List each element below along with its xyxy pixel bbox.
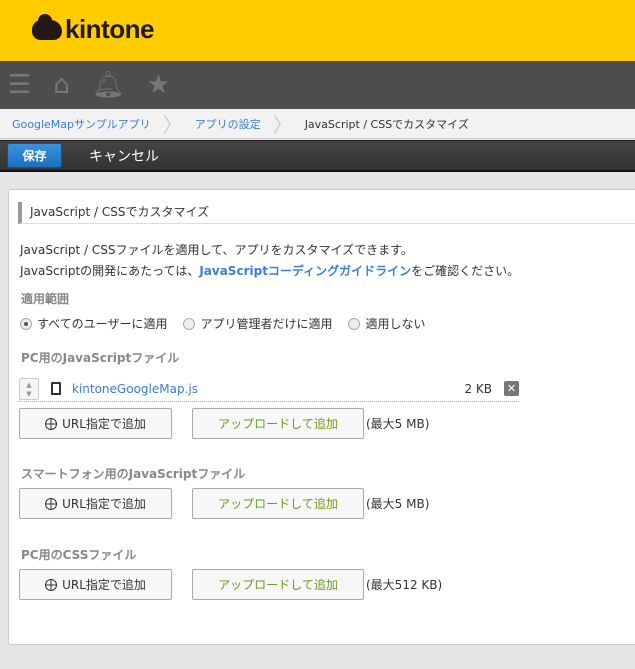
bell-icon[interactable]: 🔔︎	[92, 72, 125, 98]
button-label: URL指定で追加	[62, 497, 146, 511]
scope-radio-group: すべてのユーザーに適用 アプリ管理者だけに適用 適用しない	[20, 315, 425, 332]
scope-admins-only[interactable]: アプリ管理者だけに適用	[183, 315, 332, 332]
file-icon	[51, 382, 61, 395]
file-row: ▲ ▼ kintoneGoogleMap.js 2 KB ✕	[19, 376, 519, 402]
add-by-url-button[interactable]: URL指定で追加	[19, 408, 172, 439]
panel-title: JavaScript / CSSでカスタマイズ	[18, 202, 635, 224]
radio-label: 適用しない	[365, 317, 426, 331]
description-line: JavaScriptの開発にあたっては、JavaScriptコーディングガイドラ…	[20, 261, 519, 282]
upload-button[interactable]: アップロードして追加	[192, 569, 364, 600]
breadcrumb-separator: 〉	[272, 113, 293, 137]
scope-none[interactable]: 適用しない	[348, 315, 425, 332]
pc-js-heading: PC用のJavaScriptファイル	[21, 351, 180, 365]
pc-css-actions: URL指定で追加 アップロードして追加 (最大512 KB)	[19, 569, 442, 600]
cancel-button[interactable]: キャンセル	[89, 146, 159, 166]
breadcrumb-settings[interactable]: アプリの設定	[183, 116, 273, 132]
radio[interactable]	[183, 317, 196, 330]
max-size-note: (最大5 MB)	[366, 417, 430, 431]
upload-button[interactable]: アップロードして追加	[192, 488, 364, 519]
star-icon[interactable]: ★	[147, 72, 170, 98]
home-icon[interactable]: ⌂	[53, 72, 70, 98]
description: JavaScript / CSSファイルを適用して、アプリをカスタマイズできます…	[20, 240, 519, 282]
button-label: URL指定で追加	[62, 417, 146, 431]
radio[interactable]	[348, 317, 361, 330]
header: kintone	[0, 0, 635, 61]
scope-label: 適用範囲	[21, 292, 70, 306]
description-line: JavaScript / CSSファイルを適用して、アプリをカスタマイズできます…	[20, 243, 413, 257]
scope-all-users[interactable]: すべてのユーザーに適用	[20, 315, 167, 332]
toolbar: 保存 キャンセル	[0, 140, 635, 172]
pc-js-actions: URL指定で追加 アップロードして追加 (最大5 MB)	[19, 408, 429, 439]
nav-bar: ☰ ⌂ 🔔︎ ★	[0, 61, 635, 109]
globe-icon	[45, 497, 58, 510]
breadcrumb-current: JavaScript / CSSでカスタマイズ	[304, 117, 469, 131]
pc-css-heading: PC用のCSSファイル	[21, 548, 137, 562]
guideline-link[interactable]: JavaScriptコーディングガイドライン	[199, 264, 411, 278]
cloud-icon	[32, 13, 62, 40]
kintone-logo[interactable]: kintone	[32, 13, 154, 45]
save-button[interactable]: 保存	[7, 143, 62, 168]
mobile-js-heading: スマートフォン用のJavaScriptファイル	[21, 467, 246, 481]
add-by-url-button[interactable]: URL指定で追加	[19, 488, 172, 519]
max-size-note: (最大512 KB)	[366, 578, 443, 592]
globe-icon	[45, 417, 58, 430]
description-text: をご確認ください。	[411, 264, 520, 278]
breadcrumb-app[interactable]: GoogleMapサンプルアプリ	[0, 116, 163, 132]
radio-label: すべてのユーザーに適用	[37, 317, 168, 331]
menu-icon[interactable]: ☰	[8, 72, 31, 98]
file-name-link[interactable]: kintoneGoogleMap.js	[72, 382, 464, 396]
add-by-url-button[interactable]: URL指定で追加	[19, 569, 172, 600]
radio-label: アプリ管理者だけに適用	[200, 317, 333, 331]
sort-handle-icon[interactable]: ▲ ▼	[19, 377, 39, 400]
delete-file-icon[interactable]: ✕	[504, 381, 519, 396]
description-text: JavaScriptの開発にあたっては、	[20, 264, 200, 278]
customize-panel: JavaScript / CSSでカスタマイズ JavaScript / CSS…	[8, 189, 635, 645]
breadcrumb: GoogleMapサンプルアプリ〉 アプリの設定〉 JavaScript / C…	[0, 109, 635, 139]
button-label: URL指定で追加	[62, 578, 146, 592]
mobile-js-actions: URL指定で追加 アップロードして追加 (最大5 MB)	[19, 488, 429, 519]
globe-icon	[45, 578, 58, 591]
file-size: 2 KB	[464, 381, 492, 396]
breadcrumb-separator: 〉	[162, 113, 183, 137]
upload-button[interactable]: アップロードして追加	[192, 408, 364, 439]
radio-selected[interactable]	[20, 317, 32, 330]
max-size-note: (最大5 MB)	[366, 497, 430, 511]
